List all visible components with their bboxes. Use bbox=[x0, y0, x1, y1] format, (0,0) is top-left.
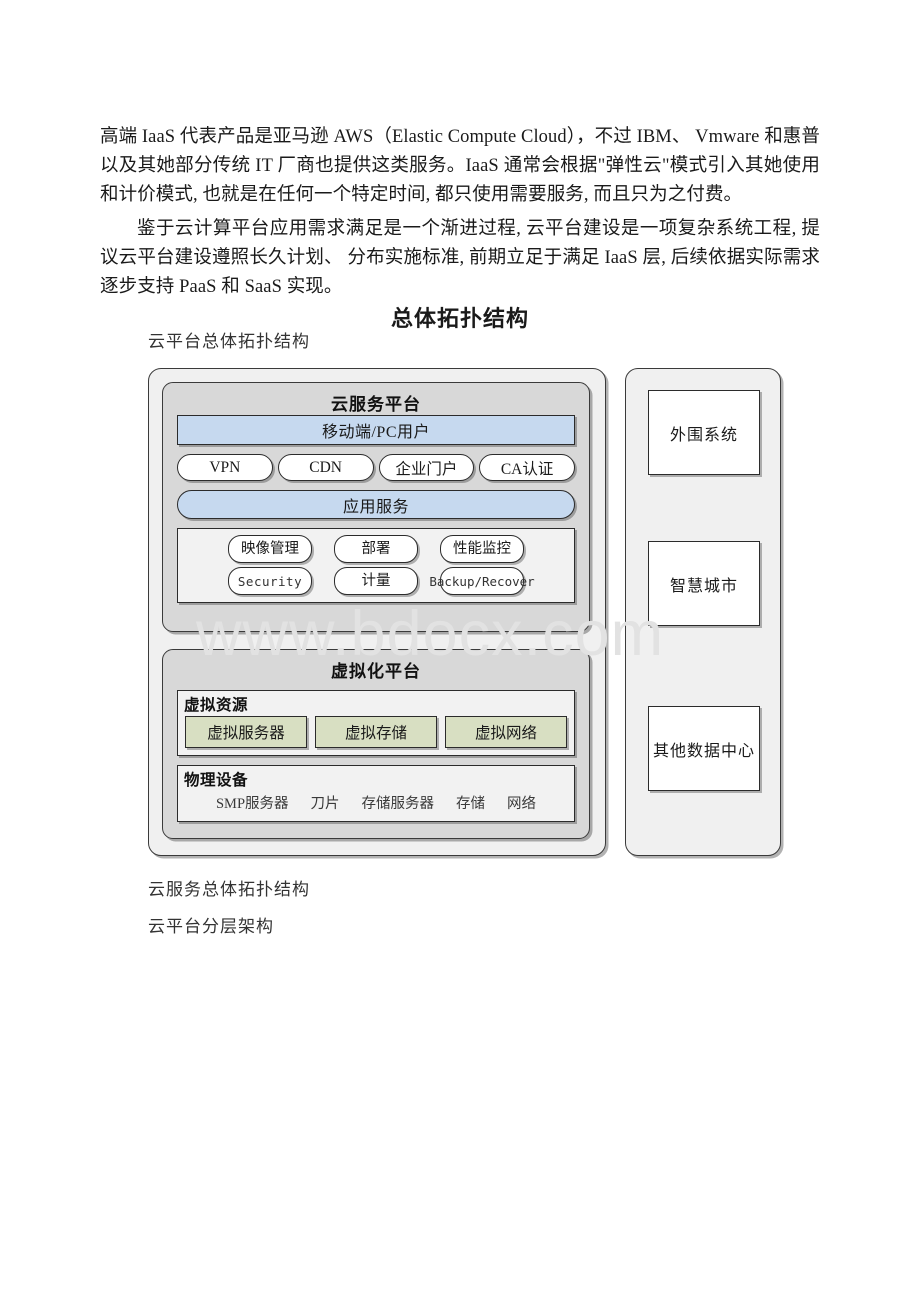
management-row-1: 映像管理 部署 性能监控 bbox=[186, 535, 566, 563]
app-service-bar: 应用服务 bbox=[177, 490, 575, 519]
virtual-resources-row: 虚拟服务器 虚拟存储 虚拟网络 bbox=[178, 716, 574, 748]
user-bar: 移动端/PC用户 bbox=[177, 415, 575, 445]
mgmt-security: Security bbox=[228, 567, 312, 595]
access-pill-row: VPN CDN 企业门户 CA认证 bbox=[177, 454, 575, 481]
paragraph-cloud-platform-plan: 鉴于云计算平台应用需求满足是一个渐进过程, 云平台建设是一项复杂系统工程, 提议… bbox=[100, 218, 820, 297]
topology-diagram: 云服务平台 移动端/PC用户 VPN CDN 企业门户 CA认证 应用服务 映像… bbox=[148, 368, 786, 856]
physical-device-blade: 刀片 bbox=[310, 796, 340, 812]
cloud-platform-panel: 云服务平台 移动端/PC用户 VPN CDN 企业门户 CA认证 应用服务 映像… bbox=[148, 368, 606, 856]
mgmt-deployment: 部署 bbox=[334, 535, 418, 563]
page-title: 总体拓扑结构 bbox=[390, 307, 529, 333]
virtual-storage-cell: 虚拟存储 bbox=[315, 716, 437, 748]
physical-device-smp-server: SMP服务器 bbox=[215, 796, 289, 812]
management-functions-box: 映像管理 部署 性能监控 Security 计量 Backup/Recover bbox=[177, 528, 575, 603]
external-box-peripheral-system: 外围系统 bbox=[648, 390, 760, 475]
external-systems-panel: 外围系统 智慧城市 其他数据中心 bbox=[625, 368, 781, 856]
physical-device-storage-server: 存储服务器 bbox=[361, 796, 435, 812]
pill-enterprise-portal: 企业门户 bbox=[378, 454, 475, 481]
virtual-resources-title: 虚拟资源 bbox=[184, 696, 249, 714]
external-box-smart-city: 智慧城市 bbox=[648, 541, 760, 626]
document-page: 高端 IaaS 代表产品是亚马逊 AWS（Elastic Compute Clo… bbox=[0, 0, 920, 1302]
virtual-resources-box: 虚拟资源 虚拟服务器 虚拟存储 虚拟网络 bbox=[177, 690, 575, 756]
physical-devices-box: 物理设备 SMP服务器 刀片 存储服务器 存储 网络 bbox=[177, 765, 575, 822]
pill-ca-auth: CA认证 bbox=[479, 454, 575, 481]
pill-cdn: CDN bbox=[277, 454, 374, 481]
mgmt-backup-recover: Backup/Recover bbox=[429, 567, 535, 595]
mgmt-metering: 计量 bbox=[334, 567, 418, 595]
physical-devices-title: 物理设备 bbox=[184, 771, 249, 789]
caption-below-diagram: 云服务总体拓扑结构 bbox=[148, 880, 310, 899]
app-service-row: 应用服务 bbox=[177, 490, 575, 519]
virtualization-platform-title: 虚拟化平台 bbox=[331, 662, 421, 682]
physical-devices-row: SMP服务器 刀片 存储服务器 存储 网络 bbox=[178, 791, 574, 813]
external-box-other-data-center: 其他数据中心 bbox=[648, 706, 760, 791]
virtual-network-cell: 虚拟网络 bbox=[445, 716, 567, 748]
caption-layered-architecture: 云平台分层架构 bbox=[148, 917, 274, 936]
management-row-2: Security 计量 Backup/Recover bbox=[186, 567, 566, 595]
mgmt-image-management: 映像管理 bbox=[228, 535, 312, 563]
caption-above-diagram: 云平台总体拓扑结构 bbox=[148, 332, 310, 351]
physical-device-network: 网络 bbox=[507, 796, 537, 812]
pill-vpn: VPN bbox=[177, 454, 273, 481]
virtualization-platform-group: 虚拟化平台 虚拟资源 虚拟服务器 虚拟存储 虚拟网络 物理设备 SMP服务器 刀… bbox=[162, 649, 590, 839]
mgmt-performance-monitor: 性能监控 bbox=[440, 535, 524, 563]
cloud-service-platform-group: 云服务平台 移动端/PC用户 VPN CDN 企业门户 CA认证 应用服务 映像… bbox=[162, 382, 590, 632]
paragraph-iaas-products: 高端 IaaS 代表产品是亚马逊 AWS（Elastic Compute Clo… bbox=[100, 126, 820, 205]
physical-device-storage: 存储 bbox=[456, 796, 486, 812]
virtual-server-cell: 虚拟服务器 bbox=[185, 716, 307, 748]
cloud-service-platform-title: 云服务平台 bbox=[331, 395, 421, 415]
